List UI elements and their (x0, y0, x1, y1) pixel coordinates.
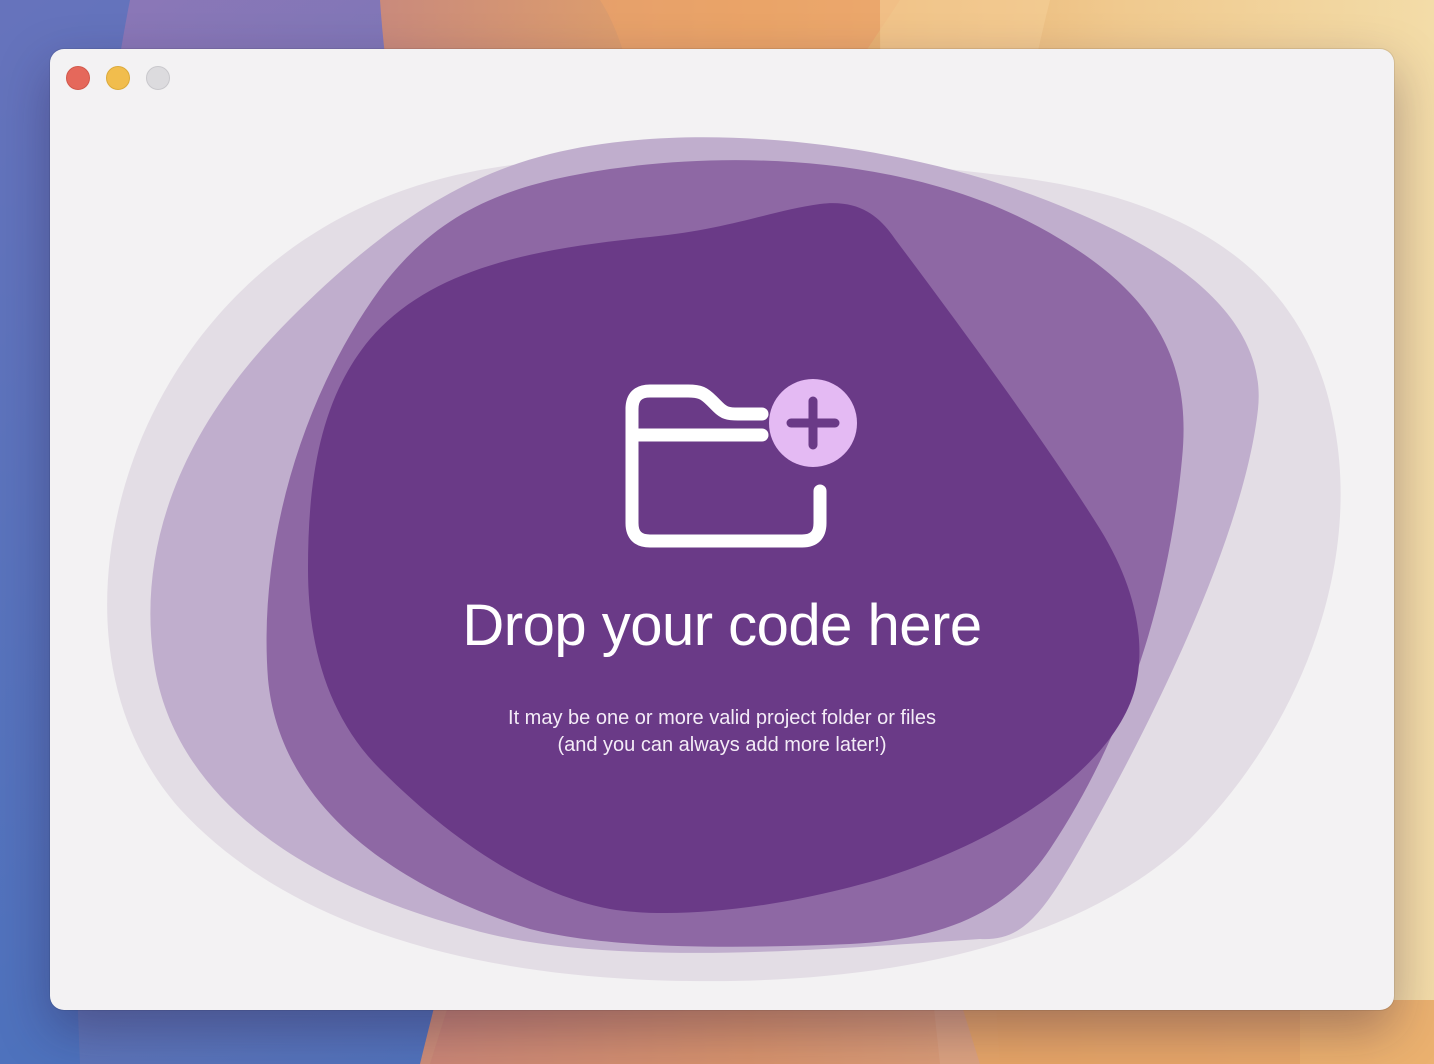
drop-subtitle-line-2: (and you can always add more later!) (557, 734, 887, 756)
drop-subtitle: It may be one or more valid project fold… (50, 705, 1394, 759)
drop-zone[interactable]: Drop your code here It may be one or mor… (50, 49, 1394, 1010)
app-window: Drop your code here It may be one or mor… (50, 49, 1394, 1010)
drop-subtitle-line-1: It may be one or more valid project fold… (508, 707, 936, 729)
folder-plus-icon (625, 379, 857, 548)
drop-title: Drop your code here (462, 593, 982, 658)
